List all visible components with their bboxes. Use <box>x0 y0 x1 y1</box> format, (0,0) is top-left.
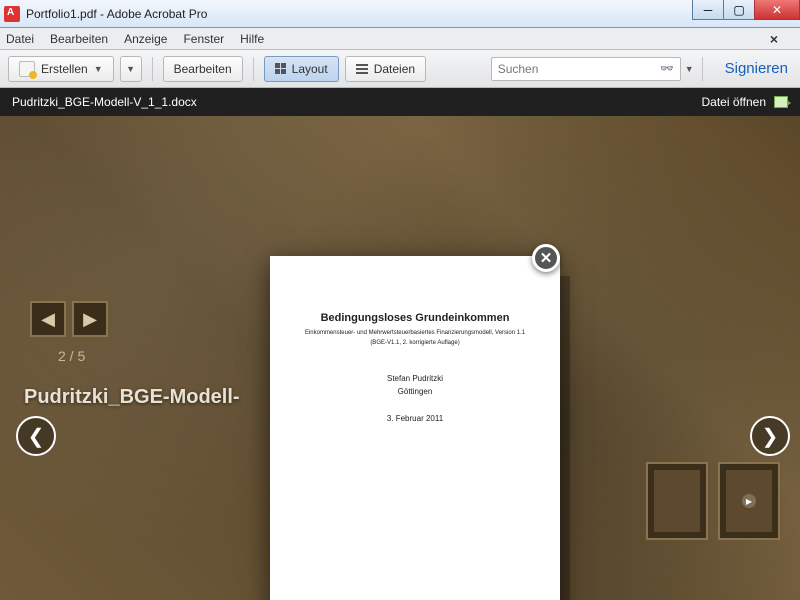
menu-file[interactable]: Datei <box>6 32 34 46</box>
page-indicator: 2 / 5 <box>58 348 85 364</box>
list-icon <box>356 64 368 74</box>
window-titlebar: Portfolio1.pdf - Adobe Acrobat Pro ─ ▢ ✕ <box>0 0 800 28</box>
toolbar-separator <box>702 57 703 81</box>
chevron-down-icon: ▼ <box>126 64 135 74</box>
page-nav-small: ◀ ▶ <box>30 301 108 337</box>
menu-edit[interactable]: Bearbeiten <box>50 32 108 46</box>
doc-subtitle: Einkommensteuer- und Mehrwertsteuerbasie… <box>292 330 538 336</box>
layout-view-button[interactable]: Layout <box>264 56 339 82</box>
document-content: Bedingungsloses Grundeinkommen Einkommen… <box>270 256 560 423</box>
create-icon <box>19 61 35 77</box>
doc-subtitle-2: (BGE-V1.1, 2. korrigierte Auflage) <box>292 340 538 346</box>
toolbar-separator <box>253 57 254 81</box>
doc-place: Göttingen <box>292 387 538 396</box>
next-item-button[interactable]: ❯ <box>750 416 790 456</box>
layout-label: Layout <box>292 62 328 76</box>
maximize-button[interactable]: ▢ <box>723 0 755 20</box>
thumbnail-preview <box>654 470 700 532</box>
create-label: Erstellen <box>41 62 88 76</box>
close-window-button[interactable]: ✕ <box>754 0 800 20</box>
play-icon: ▶ <box>742 494 756 508</box>
menu-view[interactable]: Anzeige <box>124 32 167 46</box>
thumbnail-item[interactable] <box>646 462 708 540</box>
window-title: Portfolio1.pdf - Adobe Acrobat Pro <box>26 7 207 21</box>
close-preview-button[interactable]: ✕ <box>532 244 560 272</box>
prev-item-button[interactable]: ❮ <box>16 416 56 456</box>
prev-page-small-button[interactable]: ◀ <box>30 301 66 337</box>
binoculars-icon[interactable]: 👓 <box>660 62 674 75</box>
open-file-label: Datei öffnen <box>702 95 767 109</box>
files-label: Dateien <box>374 62 415 76</box>
portfolio-infobar: Pudritzki_BGE-Modell-V_1_1.docx Datei öf… <box>0 88 800 116</box>
doc-date: 3. Februar 2011 <box>292 414 538 423</box>
portfolio-viewport: ◀ ▶ 2 / 5 Pudritzki_BGE-Modell- ❮ ❯ ▶ Be… <box>0 116 800 600</box>
create-button[interactable]: Erstellen ▼ <box>8 56 114 82</box>
document-preview[interactable]: Bedingungsloses Grundeinkommen Einkommen… <box>270 256 560 600</box>
next-page-small-button[interactable]: ▶ <box>72 301 108 337</box>
menu-window[interactable]: Fenster <box>183 32 224 46</box>
search-dropdown-icon[interactable]: ▼ <box>685 64 694 74</box>
open-file-icon <box>774 96 788 108</box>
sign-button[interactable]: Signieren <box>725 60 788 77</box>
edit-button[interactable]: Bearbeiten <box>163 56 243 82</box>
create-dropdown-extra[interactable]: ▼ <box>120 56 142 82</box>
search-input[interactable] <box>498 62 660 76</box>
doc-author: Stefan Pudritzki <box>292 374 538 383</box>
open-file-area[interactable]: Datei öffnen <box>702 95 789 109</box>
search-area: 👓 ▼ Signieren <box>491 57 792 81</box>
search-box[interactable]: 👓 <box>491 57 681 81</box>
main-toolbar: Erstellen ▼ ▼ Bearbeiten Layout Dateien … <box>0 50 800 88</box>
doc-title: Bedingungsloses Grundeinkommen <box>292 312 538 324</box>
menu-help[interactable]: Hilfe <box>240 32 264 46</box>
window-controls: ─ ▢ ✕ <box>693 0 800 20</box>
thumbnail-strip: ▶ <box>646 462 780 540</box>
edit-label: Bearbeiten <box>174 62 232 76</box>
toolbar-separator <box>152 57 153 81</box>
background-filename: Pudritzki_BGE-Modell- <box>24 386 240 409</box>
grid-icon <box>275 63 286 74</box>
chevron-down-icon: ▼ <box>94 64 103 74</box>
current-filename: Pudritzki_BGE-Modell-V_1_1.docx <box>12 95 197 109</box>
minimize-button[interactable]: ─ <box>692 0 724 20</box>
close-document-button[interactable]: × <box>770 31 778 47</box>
thumbnail-item[interactable]: ▶ <box>718 462 780 540</box>
files-view-button[interactable]: Dateien <box>345 56 426 82</box>
menu-bar: Datei Bearbeiten Anzeige Fenster Hilfe × <box>0 28 800 50</box>
app-icon <box>4 6 20 22</box>
